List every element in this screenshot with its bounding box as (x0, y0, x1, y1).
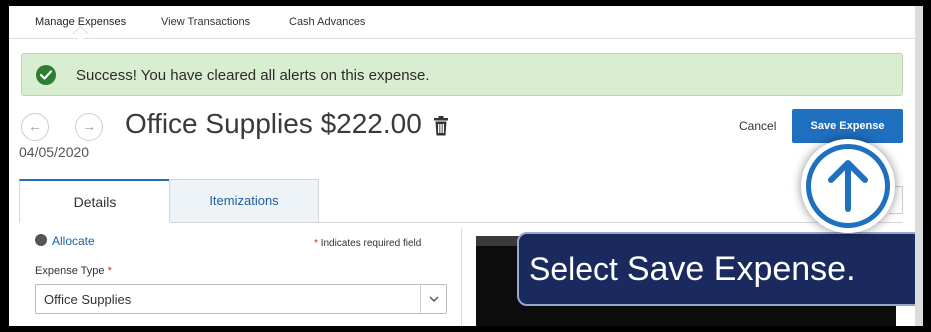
expense-type-label-text: Expense Type (35, 265, 105, 277)
required-field-note: * Indicates required field (314, 238, 421, 249)
allocate-link[interactable]: Allocate (35, 234, 95, 248)
tab-details[interactable]: Details (19, 179, 171, 223)
expense-page: Manage Expenses View Transactions Cash A… (9, 6, 915, 326)
window-scrollbar[interactable] (915, 6, 923, 326)
required-note-text: Indicates required field (320, 238, 422, 249)
callout-text-a: Select (529, 251, 627, 287)
trash-icon[interactable] (433, 116, 449, 136)
allocate-icon (35, 234, 47, 246)
required-star: * (107, 265, 112, 277)
callout-text: Select Save Expense. (529, 250, 856, 289)
expense-type-label: Expense Type * (35, 265, 112, 277)
next-expense-button[interactable]: → (75, 113, 103, 141)
success-message: Success! You have cleared all alerts on … (76, 67, 430, 84)
arrow-left-icon: ← (28, 118, 42, 134)
tab-cash-advances[interactable]: Cash Advances (289, 16, 365, 28)
save-expense-button[interactable]: Save Expense (792, 109, 903, 143)
expense-title: Office Supplies $222.00 (125, 108, 422, 139)
callout-text-b: Save Expense. (626, 250, 856, 288)
chevron-down-icon[interactable] (420, 285, 446, 313)
tutorial-callout: Select Save Expense. (517, 232, 915, 306)
tab-view-transactions[interactable]: View Transactions (161, 16, 250, 28)
expense-type-value: Office Supplies (44, 292, 132, 307)
arrow-right-icon: → (82, 118, 96, 134)
tab-manage-expenses[interactable]: Manage Expenses (35, 16, 126, 28)
arrow-up-icon (801, 139, 895, 233)
top-navigation: Manage Expenses View Transactions Cash A… (9, 6, 915, 39)
allocate-label: Allocate (52, 234, 95, 248)
cancel-button[interactable]: Cancel (739, 119, 776, 133)
expense-type-select[interactable]: Office Supplies (35, 284, 447, 314)
expense-date: 04/05/2020 (19, 144, 90, 160)
required-star: * (314, 238, 318, 249)
form-divider (461, 228, 462, 326)
previous-expense-button[interactable]: ← (21, 113, 49, 141)
check-circle-icon (36, 65, 56, 85)
success-banner: Success! You have cleared all alerts on … (21, 53, 903, 96)
tab-itemizations[interactable]: Itemizations (169, 179, 319, 222)
